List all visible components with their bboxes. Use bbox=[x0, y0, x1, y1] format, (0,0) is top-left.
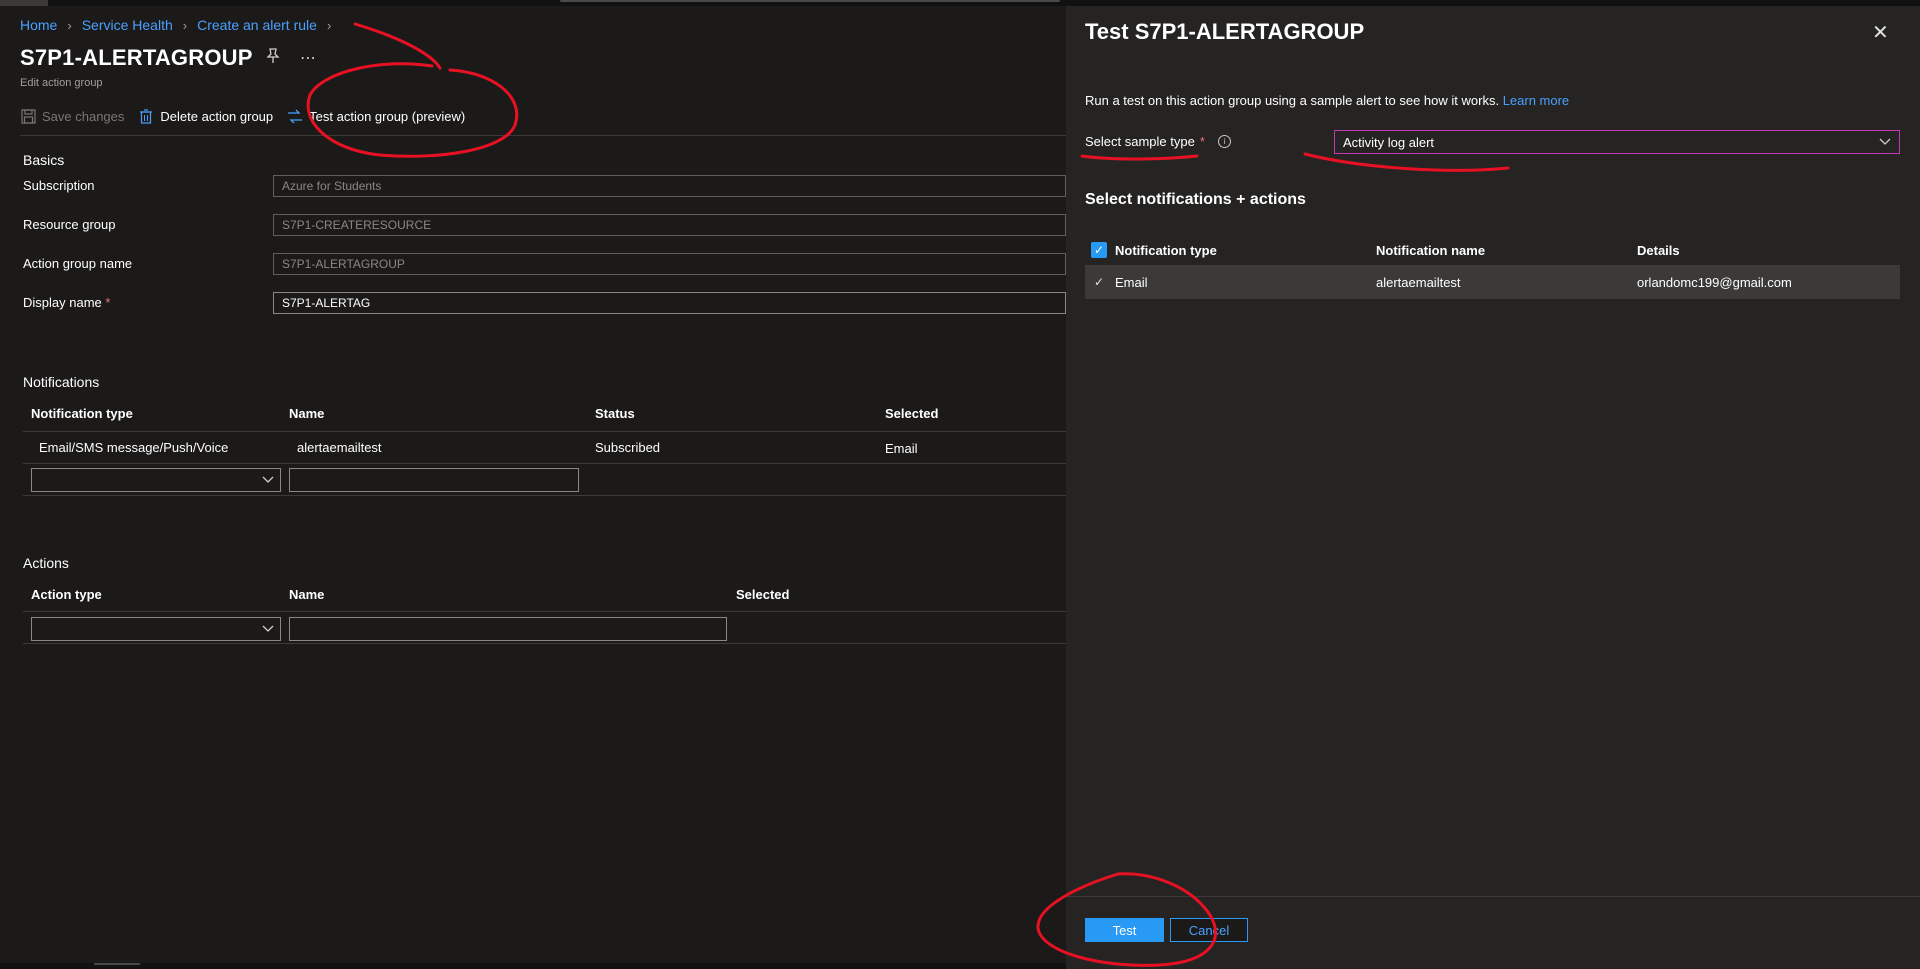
chevron-down-icon bbox=[262, 476, 274, 483]
panel-description: Run a test on this action group using a … bbox=[1085, 93, 1569, 108]
breadcrumb-create-alert-rule[interactable]: Create an alert rule bbox=[197, 17, 317, 33]
breadcrumb-service-health[interactable]: Service Health bbox=[82, 17, 173, 33]
col-details: Details bbox=[1637, 242, 1680, 258]
sample-type-label: Select sample type * i bbox=[1085, 134, 1231, 149]
delete-button-label: Delete action group bbox=[160, 108, 274, 124]
display-name-label: Display name * bbox=[23, 295, 110, 310]
required-marker: * bbox=[1199, 134, 1205, 149]
col-notification-name: Notification name bbox=[1376, 242, 1486, 258]
top-strip-block bbox=[0, 0, 48, 6]
command-bar-divider bbox=[20, 135, 1066, 136]
pin-icon[interactable] bbox=[266, 48, 280, 69]
notif-row-name[interactable]: alertaemailtest bbox=[297, 440, 382, 455]
col-action-name: Name bbox=[289, 587, 325, 602]
cancel-button[interactable]: Cancel bbox=[1170, 918, 1248, 942]
learn-more-link[interactable]: Learn more bbox=[1503, 93, 1569, 108]
resource-group-field: S7P1-CREATERESOURCE bbox=[273, 214, 1066, 236]
bottom-strip bbox=[0, 963, 1066, 969]
col-notification-type: Notification type bbox=[31, 406, 133, 421]
actions-heading: Actions bbox=[23, 555, 69, 571]
notif-row-status: Subscribed bbox=[595, 440, 661, 455]
save-button-label: Save changes bbox=[42, 108, 125, 124]
page-title: S7P1-ALERTAGROUP bbox=[20, 45, 253, 70]
notif-new-row-divider bbox=[23, 495, 1066, 496]
notif-row-selected: Email bbox=[885, 441, 918, 456]
more-options-icon[interactable]: ⋯ bbox=[300, 48, 316, 69]
basics-heading: Basics bbox=[23, 152, 65, 168]
breadcrumb-home[interactable]: Home bbox=[20, 17, 57, 33]
resource-group-label: Resource group bbox=[23, 217, 116, 232]
actions-row-divider bbox=[23, 643, 1066, 644]
col-status: Status bbox=[595, 406, 635, 421]
panel-description-text: Run a test on this action group using a … bbox=[1085, 93, 1500, 108]
col-selected: Selected bbox=[885, 406, 939, 421]
delete-button[interactable]: Delete action group bbox=[138, 108, 273, 124]
row-check-icon[interactable]: ✓ bbox=[1091, 275, 1107, 289]
chevron-down-icon bbox=[1879, 138, 1891, 145]
display-name-input[interactable]: S7P1-ALERTAG bbox=[273, 292, 1066, 314]
display-name-label-text: Display name bbox=[23, 295, 102, 310]
col-name: Name bbox=[289, 406, 325, 421]
chevron-right-icon: › bbox=[182, 17, 188, 33]
notification-name-input[interactable] bbox=[289, 468, 579, 492]
page-subtitle: Edit action group bbox=[20, 77, 103, 89]
command-bar: Save changes Delete action group Test ac… bbox=[20, 108, 465, 124]
sample-type-label-text: Select sample type bbox=[1085, 134, 1195, 149]
row-type: Email bbox=[1115, 274, 1148, 290]
panel-footer-divider bbox=[1066, 896, 1920, 897]
subscription-label: Subscription bbox=[23, 178, 95, 193]
notification-type-select[interactable] bbox=[31, 468, 281, 492]
actions-header-divider bbox=[23, 611, 1066, 612]
scroll-pill bbox=[94, 963, 140, 965]
sample-type-select[interactable]: Activity log alert bbox=[1334, 130, 1900, 154]
notif-header-divider bbox=[23, 431, 1066, 432]
chevron-right-icon: › bbox=[326, 17, 332, 33]
row-name: alertaemailtest bbox=[1376, 274, 1461, 290]
top-strip-pill bbox=[560, 0, 1060, 2]
notifications-heading: Notifications bbox=[23, 374, 100, 390]
action-group-name-field: S7P1-ALERTAGROUP bbox=[273, 253, 1066, 275]
panel-table-header: ✓ Notification type Notification name De… bbox=[1085, 234, 1900, 266]
chevron-down-icon bbox=[262, 625, 274, 632]
info-icon[interactable]: i bbox=[1217, 135, 1231, 148]
notif-row-divider bbox=[23, 463, 1066, 464]
notif-row-type: Email/SMS message/Push/Voice bbox=[39, 440, 229, 455]
save-icon bbox=[20, 108, 36, 124]
action-name-input[interactable] bbox=[289, 617, 727, 641]
test-button[interactable]: Test bbox=[1085, 918, 1164, 942]
trash-icon bbox=[138, 108, 154, 124]
col-action-selected: Selected bbox=[736, 587, 790, 602]
save-button[interactable]: Save changes bbox=[20, 108, 124, 124]
sample-type-value: Activity log alert bbox=[1343, 134, 1435, 150]
subscription-field: Azure for Students bbox=[273, 175, 1066, 197]
test-icon bbox=[287, 108, 303, 124]
table-row[interactable]: ✓ Email alertaemailtest orlandomc199@gma… bbox=[1085, 265, 1900, 299]
test-button-label: Test action group (preview) bbox=[309, 108, 466, 124]
action-group-name-label: Action group name bbox=[23, 256, 133, 271]
panel-title: Test S7P1-ALERTAGROUP bbox=[1085, 19, 1365, 44]
test-action-group-button[interactable]: Test action group (preview) bbox=[287, 108, 465, 124]
col-action-type: Action type bbox=[31, 587, 102, 602]
col-notification-type: Notification type bbox=[1115, 242, 1217, 258]
required-marker: * bbox=[105, 295, 111, 310]
notifications-actions-heading: Select notifications + actions bbox=[1085, 191, 1306, 208]
title-actions: ⋯ bbox=[266, 48, 316, 69]
action-type-select[interactable] bbox=[31, 617, 281, 641]
row-details: orlandomc199@gmail.com bbox=[1637, 274, 1792, 290]
breadcrumb: Home › Service Health › Create an alert … bbox=[20, 17, 331, 33]
chevron-right-icon: › bbox=[67, 17, 72, 33]
select-all-checkbox[interactable]: ✓ bbox=[1091, 242, 1107, 258]
close-icon[interactable]: ✕ bbox=[1872, 20, 1889, 45]
annotation-circle-test-action bbox=[306, 22, 519, 158]
